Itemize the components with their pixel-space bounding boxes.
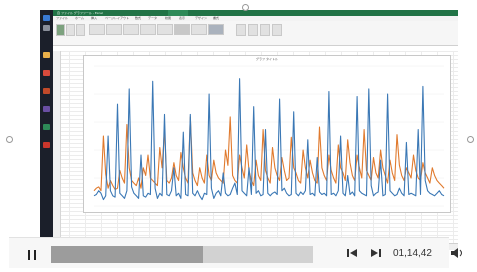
chart-style-7[interactable]	[191, 24, 207, 35]
video-frame[interactable]: 自 ファイル グラフツール - Excel ファイル ホーム 挿入 ページレイア…	[40, 10, 458, 250]
resize-handle[interactable]	[6, 136, 13, 143]
pause-button[interactable]	[24, 247, 40, 263]
select-data-button[interactable]	[248, 24, 258, 36]
video-player: 自 ファイル グラフツール - Excel ファイル ホーム 挿入 ページレイア…	[6, 4, 474, 269]
pause-icon	[34, 250, 36, 260]
row-headers	[53, 51, 61, 250]
windows-taskbar	[40, 10, 53, 250]
folder-icon	[43, 52, 50, 58]
app-icon	[43, 106, 50, 112]
search-icon	[43, 25, 50, 31]
volume-icon	[451, 248, 462, 258]
seek-bar[interactable]	[51, 246, 313, 263]
skip-back-icon	[347, 249, 357, 257]
chart-style-1[interactable]	[89, 24, 105, 35]
excel-window: 自 ファイル グラフツール - Excel ファイル ホーム 挿入 ページレイア…	[53, 10, 458, 250]
chart-style-2[interactable]	[106, 24, 122, 35]
change-chart-type-button[interactable]	[260, 24, 270, 36]
change-colors-button[interactable]	[76, 24, 85, 36]
quick-layout-button[interactable]	[66, 24, 75, 36]
previous-button[interactable]	[347, 248, 357, 262]
app-icon	[43, 88, 50, 94]
skip-forward-icon	[371, 249, 381, 257]
playback-time: 01,14,42	[393, 248, 432, 259]
chart-style-5[interactable]	[157, 24, 173, 35]
chart-style-6[interactable]	[174, 24, 190, 35]
ribbon	[53, 21, 458, 46]
media-controls: 01,14,42	[9, 237, 462, 268]
switch-row-column-button[interactable]	[236, 24, 246, 36]
series-line-1	[93, 116, 445, 192]
resize-handle[interactable]	[242, 4, 249, 11]
chart-style-3[interactable]	[123, 24, 139, 35]
excel-icon	[43, 124, 50, 130]
chart-style-4[interactable]	[140, 24, 156, 35]
start-icon	[43, 15, 50, 21]
line-chart	[93, 65, 445, 207]
seek-progress	[51, 246, 203, 263]
add-chart-element-button[interactable]	[56, 24, 65, 36]
pause-icon	[28, 250, 30, 260]
app-icon	[43, 142, 50, 148]
chart-style-8[interactable]	[208, 24, 224, 35]
chrome-icon	[43, 70, 50, 76]
resize-handle[interactable]	[467, 136, 474, 143]
move-chart-button[interactable]	[272, 24, 282, 36]
volume-button[interactable]	[451, 247, 465, 263]
next-button[interactable]	[371, 248, 381, 262]
chart-area[interactable]: グラフ タイトル	[83, 55, 451, 213]
